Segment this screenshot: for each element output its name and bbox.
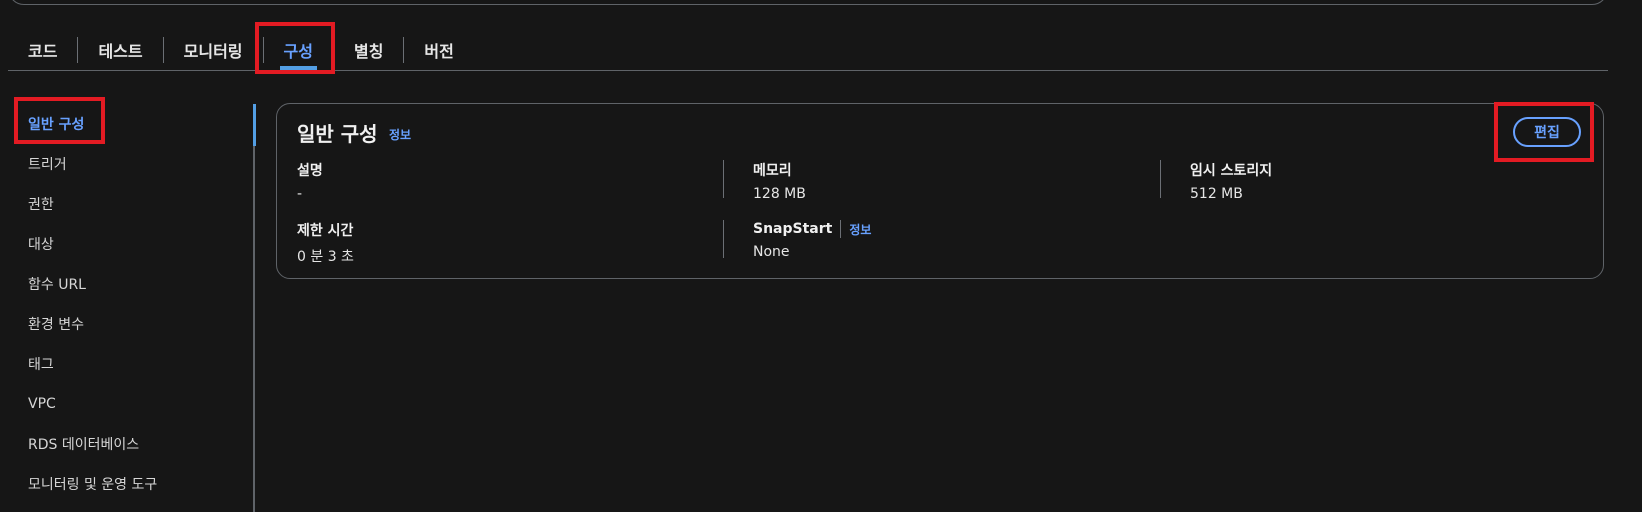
- field-description: 설명 -: [297, 160, 323, 202]
- sidenav-item-destinations[interactable]: 대상: [28, 224, 238, 264]
- field-snapstart: SnapStart 정보 None: [753, 220, 871, 260]
- sidenav-item-triggers[interactable]: 트리거: [28, 144, 238, 184]
- top-input-area[interactable]: [8, 0, 1608, 5]
- card-info-link[interactable]: 정보: [389, 126, 411, 143]
- sidenav-item-vpc[interactable]: VPC: [28, 384, 238, 424]
- tab-versions[interactable]: 버전: [404, 30, 473, 70]
- general-configuration-card: 일반 구성 정보 편집 설명 - 메모리 128 MB 임시 스토리지 512 …: [276, 103, 1604, 279]
- sidenav-item-function-url[interactable]: 함수 URL: [28, 264, 238, 304]
- field-value: 0 분 3 초: [297, 249, 354, 265]
- card-title: 일반 구성: [297, 122, 378, 146]
- tab-configuration[interactable]: 구성: [264, 30, 333, 70]
- sidenav-item-monitoring-tools[interactable]: 모니터링 및 운영 도구: [28, 464, 238, 504]
- field-label: 제한 시간: [297, 223, 354, 239]
- field-timeout: 제한 시간 0 분 3 초: [297, 220, 354, 266]
- field-label-row: SnapStart 정보: [753, 220, 871, 238]
- field-label: SnapStart: [753, 221, 833, 237]
- tab-monitoring[interactable]: 모니터링: [164, 30, 263, 70]
- column-divider: [723, 220, 724, 258]
- column-divider: [1160, 160, 1161, 198]
- tab-code[interactable]: 코드: [8, 30, 77, 70]
- tabs-underline: [8, 70, 1608, 71]
- sidenav-item-tags[interactable]: 태그: [28, 344, 238, 384]
- field-label: 설명: [297, 163, 323, 179]
- edit-button[interactable]: 편집: [1513, 117, 1581, 147]
- field-ephemeral-storage: 임시 스토리지 512 MB: [1190, 160, 1272, 202]
- snapstart-info-link[interactable]: 정보: [849, 221, 871, 238]
- field-memory: 메모리 128 MB: [753, 160, 806, 202]
- field-value: -: [297, 186, 303, 202]
- sidenav: 일반 구성 트리거 권한 대상 함수 URL 환경 변수 태그 VPC RDS …: [28, 104, 238, 504]
- sidenav-item-permissions[interactable]: 권한: [28, 184, 238, 224]
- sidenav-active-indicator: [253, 104, 256, 146]
- sidenav-item-rds-databases[interactable]: RDS 데이터베이스: [28, 424, 238, 464]
- label-divider: [840, 220, 842, 238]
- sidenav-item-general-configuration[interactable]: 일반 구성: [28, 104, 238, 144]
- sidenav-rail: [253, 104, 255, 512]
- field-label: 메모리: [753, 163, 792, 179]
- field-value: 128 MB: [753, 186, 806, 202]
- tab-test[interactable]: 테스트: [78, 30, 162, 70]
- field-value: 512 MB: [1190, 186, 1243, 202]
- column-divider: [723, 160, 724, 198]
- field-label: 임시 스토리지: [1190, 163, 1273, 179]
- lambda-configuration-page: 코드 테스트 모니터링 구성 별칭 버전 일반 구성 트리거 권한 대상 함수 …: [0, 0, 1642, 512]
- sidenav-item-environment-variables[interactable]: 환경 변수: [28, 304, 238, 344]
- tab-aliases[interactable]: 별칭: [334, 30, 403, 70]
- field-value: None: [753, 244, 790, 260]
- tab-bar: 코드 테스트 모니터링 구성 별칭 버전: [8, 30, 474, 70]
